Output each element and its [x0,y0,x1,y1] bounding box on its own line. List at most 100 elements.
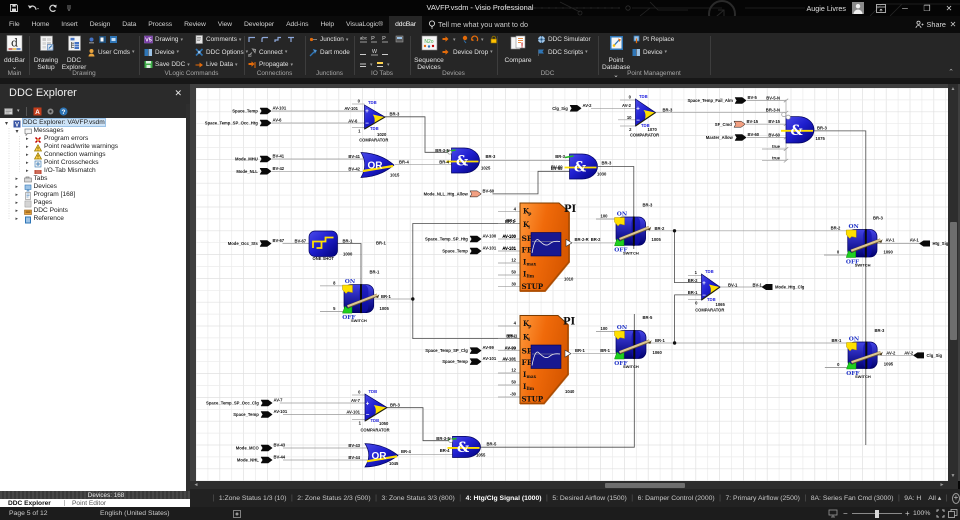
input-tag-mode_mhu[interactable]: Mode_MHUBV-41 [235,154,285,162]
zoom-slider-thumb[interactable] [875,510,879,518]
switch-1005[interactable]: 100ONOFFSWITCH1005 [596,211,661,255]
gear-icon[interactable] [46,107,55,116]
button-ddcscripts[interactable]: DDC Scripts▾ [537,48,588,57]
button-devundo[interactable]: ▾ [470,35,484,44]
tell-me-box[interactable]: Tell me what you want to do [428,20,528,30]
panel-close-icon[interactable]: ✕ [174,88,182,99]
button-ioyellow[interactable]: ▾ [376,60,390,69]
button-devarrow[interactable]: ▾ [442,35,456,44]
scroll-left-icon[interactable]: ◄ [192,481,200,489]
horizontal-scrollbar[interactable]: ◄► [190,481,948,489]
panel-tab-point-editor[interactable]: Point Editor [72,500,106,507]
page-tab-6-damper-control-2000[interactable]: 6: Damper Control (2000) [638,495,715,502]
button-compare[interactable]: !Compare [504,35,532,64]
input-tag-sf_cmd[interactable]: SF_CmdBV-15 [715,119,759,127]
ribbon-tab-addins[interactable]: Add-ins [280,16,314,33]
tree-item-i-o-tab-mismatch[interactable]: ▸I/O-Tab Mismatch [0,168,186,176]
button-ddc-explorer[interactable]: DDCExplorer [60,35,88,72]
wire[interactable] [413,299,520,339]
zoom-in-button[interactable]: + [905,509,910,518]
or-gate-1015[interactable]: OR1015 [361,153,400,178]
ribbon-tab-ddcbar[interactable]: ddcBar [389,16,422,33]
button-comments[interactable]: Comments▾ [195,35,241,44]
input-tag-clg_sig[interactable]: Clg_SigAV-2 [552,103,592,111]
button-iow[interactable]: W [370,48,379,57]
help-icon[interactable]: ? [59,107,68,116]
switch-windows-icon[interactable] [948,509,958,518]
tree-collapse-icon[interactable]: ▸ [26,136,29,142]
vscroll-thumb[interactable] [950,222,957,340]
input-tag-space_temp_sp_htg[interactable]: Space_Temp_SP_HtgAV-100 [425,234,497,242]
button-tb[interactable] [98,35,107,44]
page-tab-3-zone-status-3-3-800[interactable]: 3: Zone Status 3/3 (800) [381,495,454,502]
one-shot-1000[interactable]: ONE SHOT1000 [309,231,353,261]
page-tab-7-primary-airflow-2500[interactable]: 7: Primary Airflow (2500) [725,495,799,502]
presentation-view-icon[interactable] [828,509,838,518]
ribbon-tab-data[interactable]: Data [116,16,142,33]
scroll-up-icon[interactable]: ▲ [948,85,958,93]
user-avatar[interactable] [852,2,864,14]
button-ioabc[interactable]: abc [359,35,368,44]
button-iowin[interactable] [395,35,404,44]
zoom-out-button[interactable]: − [843,509,848,518]
tree-item-pages[interactable]: ▸Pages [0,200,186,208]
tree-item-reference[interactable]: ▸Reference [0,216,186,224]
ribbon-tab-insert[interactable]: Insert [55,16,83,33]
ribbon-display-options-icon[interactable] [876,4,886,13]
tree-expand-icon[interactable]: ▾ [16,128,19,135]
wire[interactable] [814,131,866,445]
ribbon-tab-visualogic[interactable]: VisuaLogic® [340,16,389,33]
tree-item-ddc-explorer-vavfp-vsdm[interactable]: ▾VDDC Explorer: VAVFP.vsdm [0,120,186,128]
drawing-page[interactable]: Space_TempAV-101Space_Temp_SP_Occ_HtgAV-… [196,88,948,481]
tree-item-tabs[interactable]: ▸Tabs [0,176,186,184]
button-device[interactable]: Device▾ [632,48,667,57]
button-connect[interactable]: Connect▾ [248,48,287,57]
page-tab-4-htg-clg-signal-1000[interactable]: 4: Htg/Clg Signal (1000) [466,495,542,502]
button-conn[interactable] [274,35,283,44]
and-gate-1055[interactable]: &1055 [448,436,486,457]
button-iop[interactable]: P [370,35,379,44]
or-gate-1045[interactable]: OR1045 [365,444,399,467]
button-iou[interactable] [359,48,368,57]
scroll-right-icon[interactable]: ► [938,481,946,489]
tree-expand-icon[interactable]: ▾ [5,120,8,127]
tree-item-program-168[interactable]: ▸Program [168] [0,192,186,200]
button-point-database[interactable]: PointDatabase ⌄ [602,35,630,79]
input-tag-mode_occ_sts[interactable]: Mode_Occ_StsBV-67 [228,238,285,246]
wire[interactable] [385,117,450,153]
button-iou[interactable] [381,48,390,57]
output-tag-htg_sig[interactable]: Htg_Sig [919,241,948,247]
tree-collapse-icon[interactable]: ▸ [16,192,19,198]
switch-1060[interactable]: 100ONOFFSWITCH1060 [596,325,662,369]
button-devicedrop[interactable]: Device Drop▾ [442,48,493,57]
button-propagate[interactable]: Propagate▾ [248,60,293,69]
ribbon-tab-design[interactable]: Design [84,16,117,33]
tree-collapse-icon[interactable]: ▸ [26,152,29,158]
tree-collapse-icon[interactable]: ▸ [26,160,29,166]
hscroll-thumb[interactable] [605,483,685,488]
all-pages-dropdown[interactable]: All ▴ [928,494,941,502]
button-dartmode[interactable]: Dart mode [309,48,350,57]
ribbon-tab-developer[interactable]: Developer [238,16,280,33]
tree-collapse-icon[interactable]: ▸ [16,184,19,190]
tree-collapse-icon[interactable]: ▸ [26,168,29,174]
add-page-button[interactable]: + [952,493,960,504]
ribbon-tab-file[interactable]: File [3,16,26,33]
button-drawing[interactable]: V5Drawing▾ [144,35,183,44]
button-junction[interactable]: Junction▾ [309,35,348,44]
switch-1005[interactable]: 85ONOFFSWITCH1005 [320,279,389,323]
page-tab-8a-series-fan-cmd-3000[interactable]: 8A: Series Fan Cmd (3000) [811,495,894,502]
fit-page-icon[interactable] [936,509,945,518]
button-device[interactable]: Device▾ [144,48,179,57]
dropdown-arrow-icon[interactable]: ▾ [17,108,20,114]
status-page-number[interactable]: Page 5 of 12 [9,510,48,517]
drawing-canvas[interactable]: Space_TempAV-101Space_Temp_SP_Occ_HtgAV-… [190,84,960,481]
button-devorange[interactable] [461,35,470,44]
user-name[interactable]: Augie Livres [806,4,846,13]
output-tag-mode_htg_clg[interactable]: Mode_Htg_Clg [762,284,805,290]
macro-record-icon[interactable] [233,510,241,518]
tree-collapse-icon[interactable]: ▸ [16,208,19,214]
tree-collapse-icon[interactable]: ▸ [16,176,19,182]
button-iop[interactable]: P [381,35,390,44]
ribbon-tab-help[interactable]: Help [314,16,340,33]
